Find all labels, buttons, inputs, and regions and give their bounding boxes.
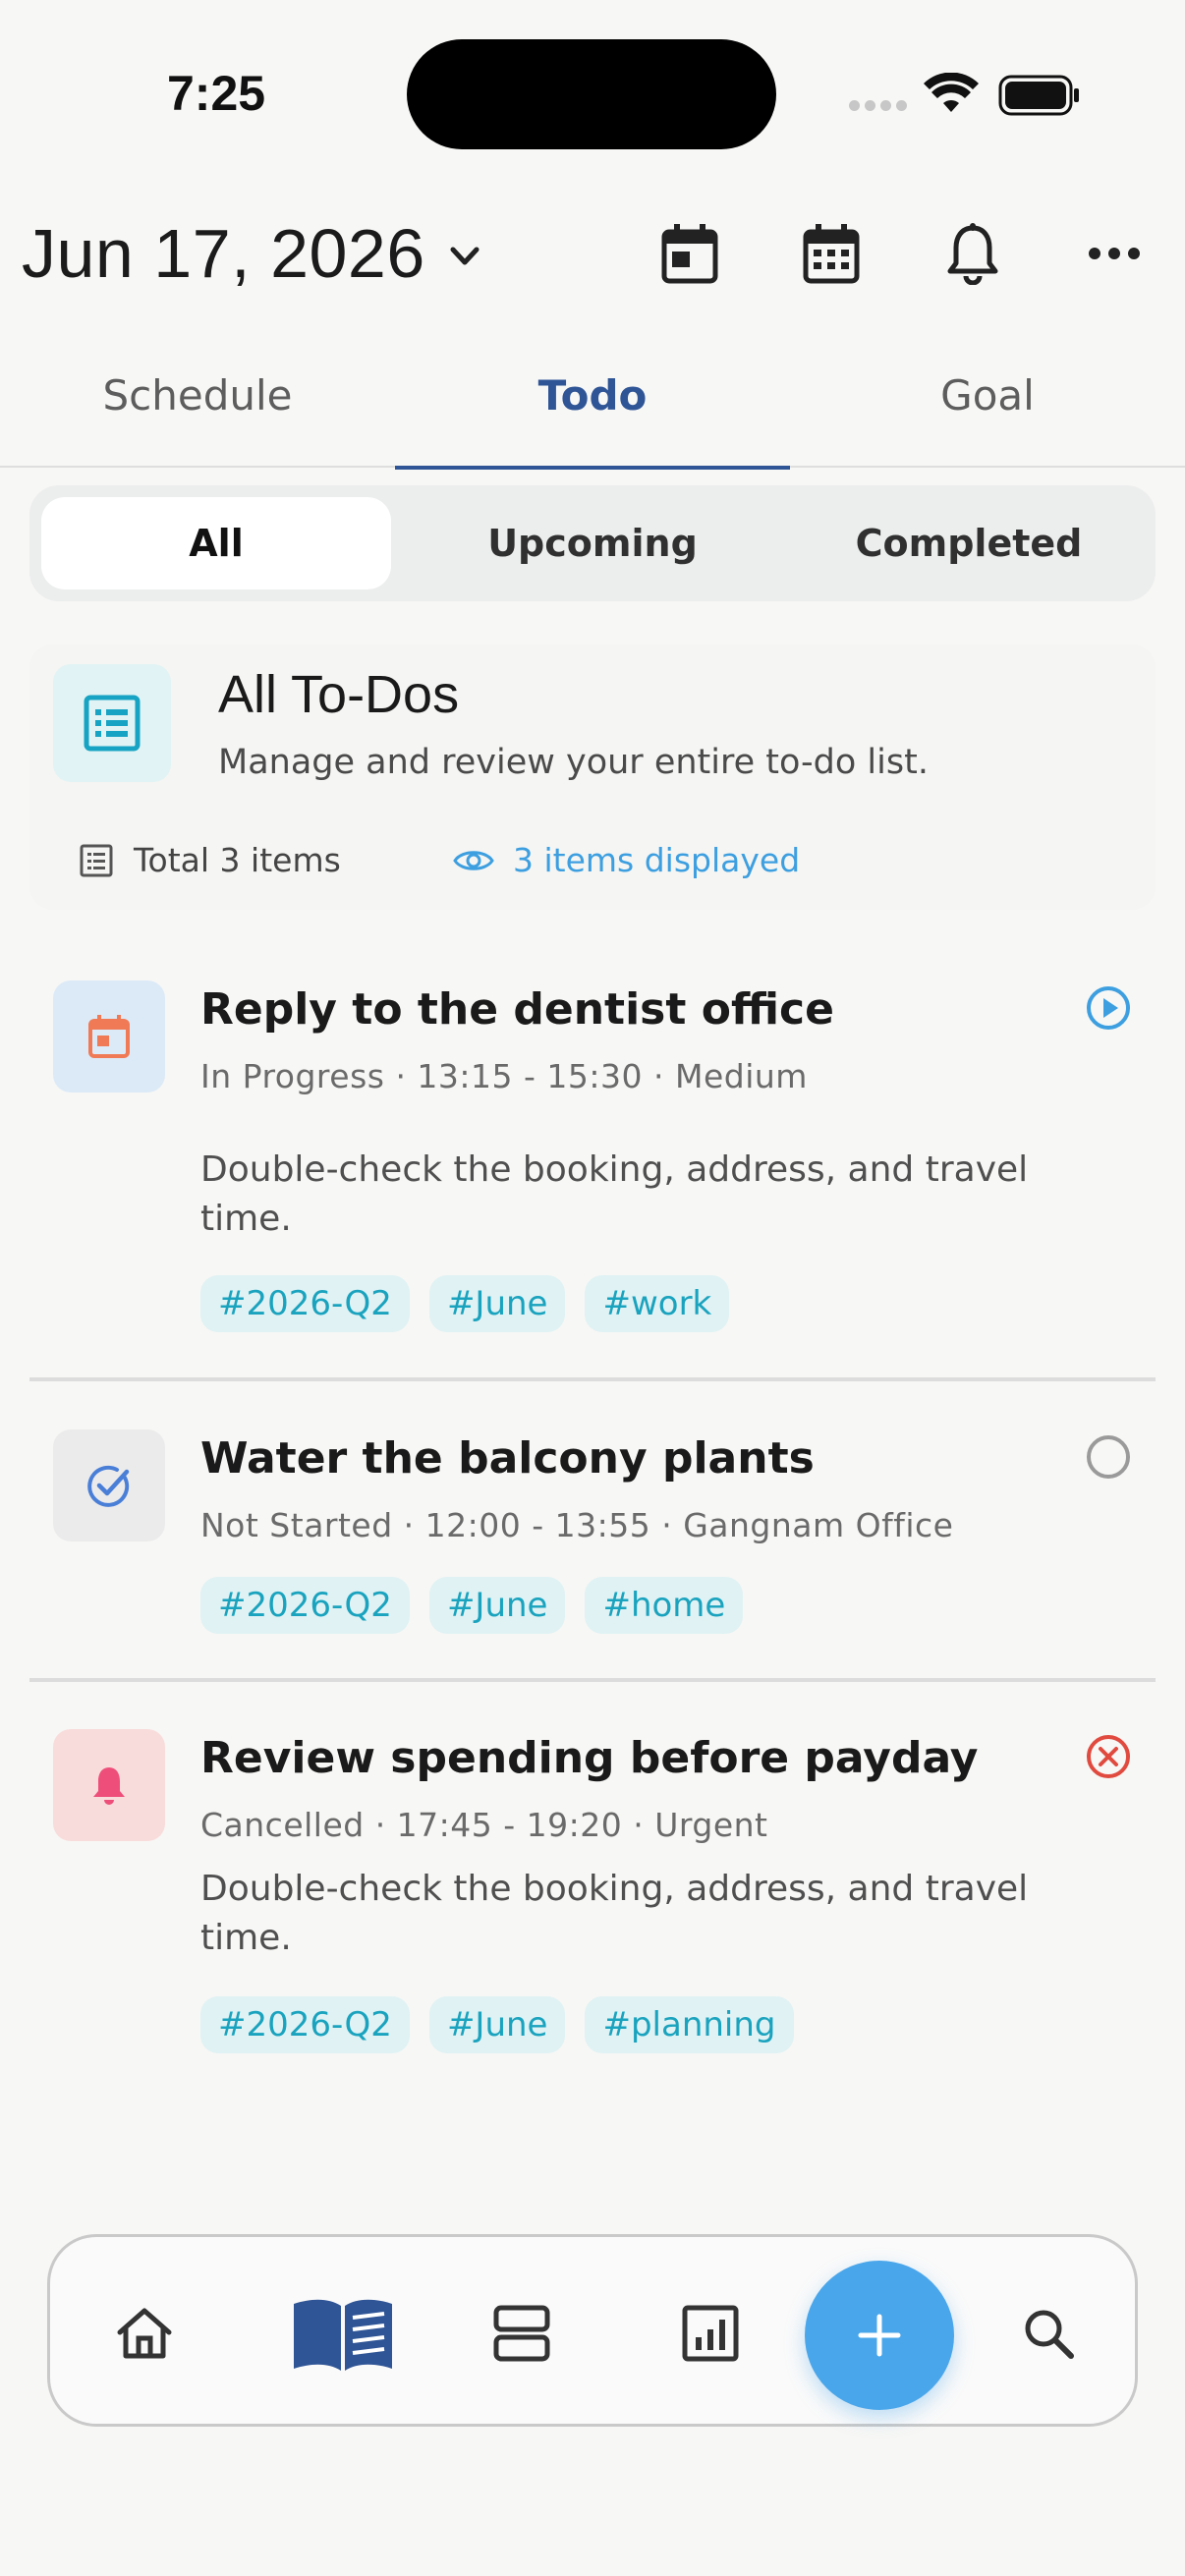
total-count-label: Total 3 items: [134, 841, 341, 879]
filter-completed[interactable]: Completed: [794, 497, 1144, 589]
battery-icon: [998, 75, 1079, 116]
app-header: Jun 17, 2026: [0, 196, 1185, 314]
todo-title: Reply to the dentist office: [200, 984, 834, 1035]
filter-upcoming[interactable]: Upcoming: [418, 497, 767, 589]
tag[interactable]: #June: [428, 1577, 566, 1634]
todo-description: Double-check the booking, address, and t…: [200, 1869, 1029, 1958]
todo-title: Water the balcony plants: [200, 1433, 815, 1484]
plus-icon: [858, 2314, 901, 2357]
todo-meta: Cancelled · 17:45 - 19:20 · Urgent: [200, 1806, 768, 1844]
cancel-circle-icon[interactable]: [1085, 1733, 1132, 1780]
tag[interactable]: #June: [428, 1996, 566, 2053]
list-icon: [53, 664, 171, 782]
summary-card: All To-Dos Manage and review your entire…: [29, 644, 1156, 910]
tab-goal[interactable]: Goal: [790, 354, 1185, 468]
nav-home[interactable]: [95, 2284, 194, 2382]
filter-segmented-control: All Upcoming Completed: [29, 485, 1156, 601]
calendar-icon: [53, 980, 165, 1092]
search-icon: [1025, 2310, 1074, 2359]
dynamic-island: [407, 39, 776, 149]
wifi-icon: [924, 73, 979, 112]
tag[interactable]: #2026-Q2: [200, 1996, 410, 2053]
summary-subtitle: Manage and review your entire to-do list…: [218, 743, 929, 782]
nav-search[interactable]: [999, 2284, 1098, 2382]
tab-todo[interactable]: Todo: [395, 354, 790, 470]
todo-tags: #2026-Q2 #June #planning: [200, 1996, 794, 2053]
home-icon: [117, 2308, 172, 2359]
nav-stats[interactable]: [661, 2284, 760, 2382]
month-calendar-icon[interactable]: [796, 218, 867, 289]
todo-meta: Not Started · 12:00 - 13:55 · Gangnam Of…: [200, 1506, 954, 1544]
divider: [29, 1377, 1156, 1381]
tag[interactable]: #work: [585, 1275, 730, 1332]
todo-item[interactable]: Reply to the dentist office In Progress …: [29, 980, 1156, 1334]
bottom-navigation: [47, 2234, 1138, 2427]
divider: [29, 1678, 1156, 1682]
todo-meta: In Progress · 13:15 - 15:30 · Medium: [200, 1057, 808, 1095]
todo-description: Double-check the booking, address, and t…: [200, 1149, 1029, 1239]
list-small-icon: [80, 844, 113, 876]
nav-journal[interactable]: [284, 2284, 402, 2382]
tag[interactable]: #2026-Q2: [200, 1275, 410, 1332]
eye-icon: [453, 850, 494, 870]
displayed-count-label: 3 items displayed: [513, 841, 801, 879]
todo-title: Review spending before payday: [200, 1733, 979, 1783]
bell-icon: [53, 1729, 165, 1841]
nav-board[interactable]: [473, 2284, 571, 2382]
displayed-count: 3 items displayed: [452, 841, 800, 879]
bell-icon[interactable]: [937, 218, 1008, 289]
cellular-signal-icon: [849, 100, 908, 114]
layers-icon: [493, 2305, 550, 2362]
tag[interactable]: #June: [428, 1275, 566, 1332]
main-tabs: Schedule Todo Goal: [0, 354, 1185, 470]
add-button[interactable]: [805, 2261, 954, 2410]
more-icon[interactable]: [1079, 218, 1150, 289]
chevron-down-icon[interactable]: [444, 236, 485, 277]
tag[interactable]: #2026-Q2: [200, 1577, 410, 1634]
status-bar: 7:25: [0, 0, 1185, 187]
tag[interactable]: #planning: [585, 1996, 794, 2053]
empty-circle-icon[interactable]: [1085, 1433, 1132, 1481]
status-time: 7:25: [167, 66, 266, 121]
todo-item[interactable]: Water the balcony plants Not Started · 1…: [29, 1429, 1156, 1636]
date-title[interactable]: Jun 17, 2026: [22, 214, 425, 293]
summary-title: All To-Dos: [218, 665, 460, 724]
tab-schedule[interactable]: Schedule: [0, 354, 395, 468]
total-count: Total 3 items: [79, 841, 341, 879]
check-circle-icon: [53, 1429, 165, 1541]
todo-tags: #2026-Q2 #June #work: [200, 1275, 730, 1332]
tag[interactable]: #home: [585, 1577, 744, 1634]
book-open-icon: [294, 2299, 392, 2371]
play-circle-icon[interactable]: [1085, 984, 1132, 1032]
filter-all[interactable]: All: [41, 497, 391, 589]
today-calendar-icon[interactable]: [654, 218, 725, 289]
todo-item[interactable]: Review spending before payday Cancelled …: [29, 1729, 1156, 2063]
todo-tags: #2026-Q2 #June #home: [200, 1577, 744, 1634]
stats-icon: [682, 2305, 739, 2362]
